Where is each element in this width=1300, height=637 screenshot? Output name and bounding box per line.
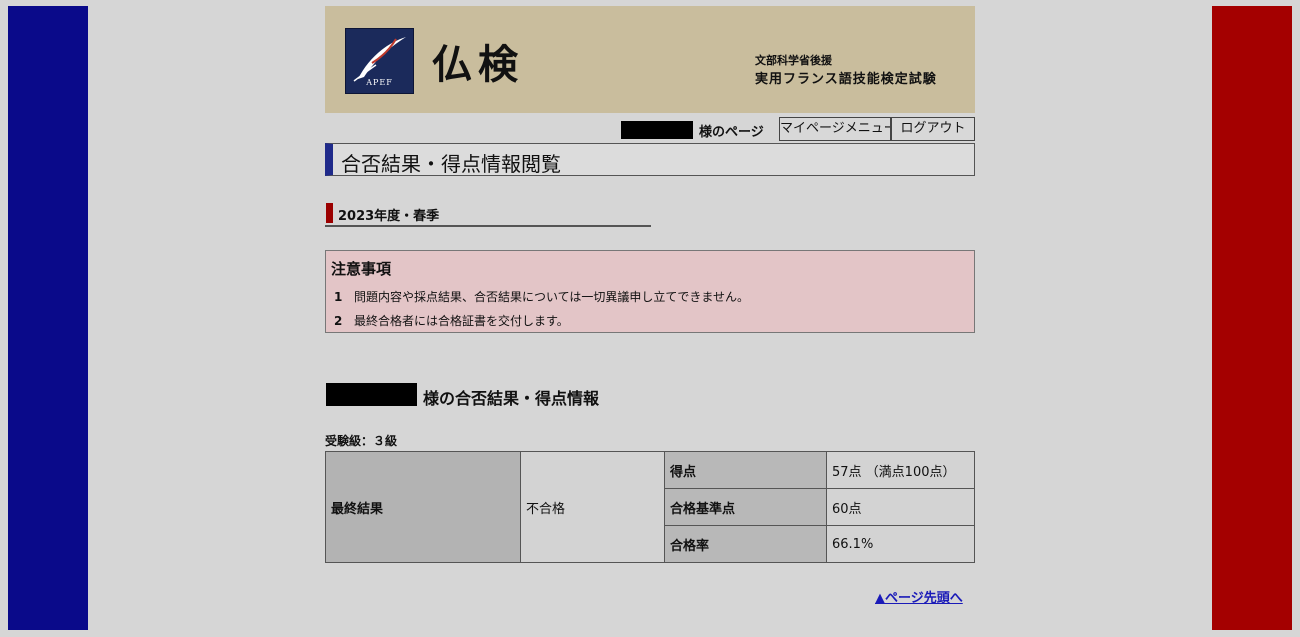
result-heading: 様の合否結果・得点情報: [325, 382, 975, 408]
flag-stripe-blue: [8, 6, 88, 630]
final-result-value: 不合格: [520, 451, 665, 563]
header-subtitle-sponsor: 文部科学省後援: [755, 54, 832, 67]
logout-button[interactable]: ログアウト: [891, 117, 975, 141]
table-row: 最終結果 不合格 得点 57点 （満点100点）: [325, 451, 975, 563]
pass-mark-label: 合格基準点: [664, 488, 827, 526]
user-bar: 様のページ マイページメニュー ログアウト: [325, 117, 975, 143]
notice-title: 注意事項: [331, 260, 392, 278]
user-page-label: 様のページ: [699, 125, 764, 140]
notice-item-text: 最終合格者には合格証書を交付します。: [354, 314, 569, 328]
site-header: APEF 仏検 文部科学省後援 実用フランス語技能検定試験: [325, 6, 975, 113]
exam-grade-label: 受験級：３級: [325, 434, 398, 448]
final-result-label: 最終結果: [325, 451, 521, 563]
site-brand-title: 仏検: [432, 42, 524, 88]
mypage-menu-button[interactable]: マイページメニュー: [779, 117, 891, 141]
apef-logo: APEF: [345, 28, 414, 94]
pass-rate-value: 66.1%: [826, 525, 975, 563]
result-table: 最終結果 不合格 得点 57点 （満点100点） 合格基準点 60点 合格率 6…: [325, 451, 975, 563]
notice-item: 1 問題内容や採点結果、合否結果については一切異議申し立てできません。: [334, 288, 749, 305]
page-title-box: 合否結果・得点情報閲覧: [325, 143, 975, 176]
back-to-top-link[interactable]: ▲ページ先頭へ: [875, 587, 963, 606]
term-label: 2023年度・春季: [338, 209, 440, 224]
redacted-username: [326, 383, 417, 406]
pass-rate-label: 合格率: [664, 525, 827, 563]
notice-item-number: 1: [334, 290, 343, 304]
term-marker: [326, 203, 333, 223]
header-subtitle-exam: 実用フランス語技能検定試験: [755, 72, 937, 87]
notice-item-number: 2: [334, 314, 343, 328]
notice-box: 注意事項 1 問題内容や採点結果、合否結果については一切異議申し立てできません。 …: [325, 250, 975, 333]
flag-stripe-red: [1212, 6, 1292, 630]
redacted-username: [621, 121, 693, 139]
page-title: 合否結果・得点情報閲覧: [341, 152, 561, 176]
result-heading-text: 様の合否結果・得点情報: [423, 389, 600, 408]
notice-item: 2 最終合格者には合格証書を交付します。: [334, 312, 569, 329]
pass-mark-value: 60点: [826, 488, 975, 526]
notice-item-text: 問題内容や採点結果、合否結果については一切異議申し立てできません。: [354, 290, 750, 304]
score-label: 得点: [664, 451, 827, 489]
score-value: 57点 （満点100点）: [826, 451, 975, 489]
term-heading: 2023年度・春季: [325, 203, 651, 227]
logo-text: APEF: [366, 78, 393, 87]
